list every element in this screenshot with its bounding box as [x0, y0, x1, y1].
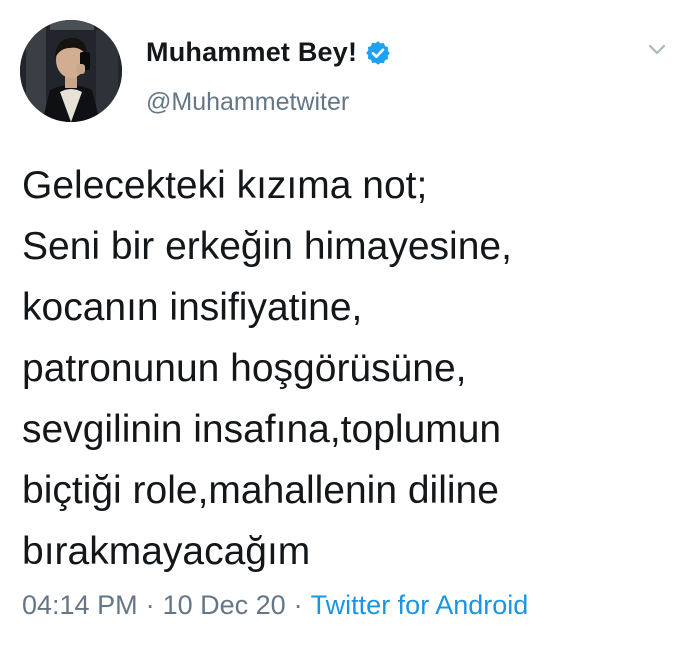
avatar[interactable] [20, 20, 122, 122]
tweet-text-line: Seni bir erkeğin himayesine, [22, 225, 512, 268]
tweet-meta: 04:14 PM · 10 Dec 20 · Twitter for Android [22, 590, 528, 621]
tweet-text: Gelecekteki kızıma not; Seni bir erkeğin… [22, 155, 672, 582]
chevron-down-icon[interactable] [646, 38, 668, 60]
tweet-text-line: bırakmayacağım [22, 530, 311, 573]
display-name[interactable]: Muhammet Bey! [146, 37, 357, 68]
tweet-text-line: kocanın insifiyatine, [22, 286, 363, 329]
tweet-date[interactable]: 10 Dec 20 [163, 590, 286, 620]
meta-separator: · [293, 590, 303, 620]
tweet-text-line: patronunun hoşgörüsüne, [22, 347, 467, 390]
author-handle[interactable]: @Muhammetwiter [146, 88, 349, 117]
meta-separator: · [145, 590, 155, 620]
verified-badge-icon [365, 40, 391, 66]
tweet-time[interactable]: 04:14 PM [22, 590, 138, 620]
tweet-source-link[interactable]: Twitter for Android [311, 590, 529, 620]
tweet-text-line: Gelecekteki kızıma not; [22, 164, 428, 207]
author-name-row[interactable]: Muhammet Bey! [146, 37, 391, 68]
tweet-text-line: sevgilinin insafına,toplumun [22, 408, 502, 451]
tweet-text-line: biçtiği role,mahallenin diline [22, 469, 499, 512]
tweet-card: Muhammet Bey! @Muhammetwiter Gelecekteki… [0, 0, 690, 648]
